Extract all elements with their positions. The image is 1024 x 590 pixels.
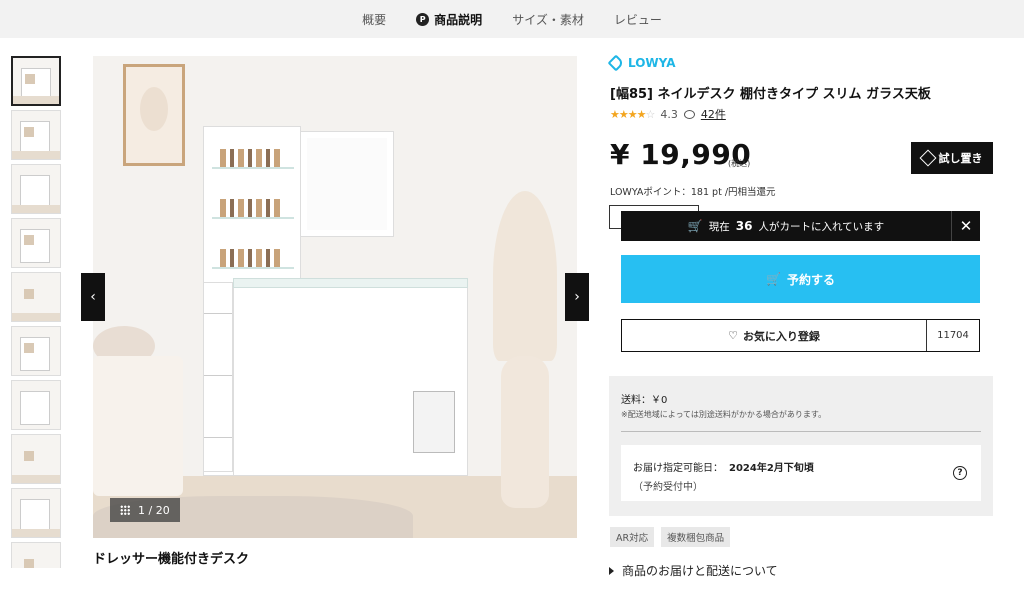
drawers: [203, 282, 233, 472]
cart-banner-prefix: 現在: [708, 220, 730, 233]
tab-description[interactable]: P 商品説明: [416, 11, 482, 28]
next-image-button[interactable]: ›: [565, 273, 589, 321]
cart-icon: 🛒: [687, 219, 703, 233]
shopping-bag: [413, 391, 455, 453]
favorite-count: 11704: [937, 330, 969, 341]
thumbnail[interactable]: [11, 488, 61, 538]
close-icon: ✕: [959, 217, 973, 235]
tax-label: (税込): [728, 159, 751, 168]
try-button-label: 試し置き: [938, 152, 983, 165]
triangle-right-icon: [609, 566, 614, 575]
close-banner-button[interactable]: ✕: [951, 211, 980, 241]
delivery-link-text: 商品のお届けと配送について: [622, 564, 778, 578]
shipping-info: 送料：￥0 ※配送地域によっては別途送料がかかる場合があります。 お届け指定可能…: [609, 376, 993, 516]
glass-desktop: [233, 278, 468, 288]
help-icon[interactable]: ?: [953, 466, 967, 480]
cart-banner-suffix: 人がカートに入れています: [758, 220, 885, 233]
prev-image-button[interactable]: ‹: [81, 273, 105, 321]
cart-count: 36: [735, 219, 753, 233]
reserve-label: 予約する: [786, 272, 835, 287]
top-nav: 概要 P 商品説明 サイズ・素材 レビュー: [0, 0, 1024, 38]
delivery-date-value: 2024年2月下旬頃: [729, 463, 814, 474]
reservation-status: （予約受付中）: [633, 482, 703, 493]
thumbnail[interactable]: [11, 110, 61, 160]
try-placement-button[interactable]: 試し置き: [911, 142, 993, 174]
favorite-button[interactable]: ♡ お気に入り登録 11704: [621, 319, 980, 352]
cart-icon: 🛒: [766, 272, 781, 286]
tag-icon: [607, 54, 625, 72]
pin-icon: P: [416, 12, 430, 26]
rating-value: 4.3: [660, 107, 678, 121]
vase: [501, 356, 549, 508]
rating-row: ★★★★☆ 4.3 42件: [610, 106, 726, 122]
grid-icon: [120, 505, 130, 515]
image-counter-text: 1 / 20: [138, 503, 170, 517]
star-rating-icon: ★★★★☆: [610, 107, 655, 121]
delivery-date-box: お届け指定可能日： 2024年2月下旬頃 （予約受付中） ?: [621, 445, 981, 501]
tab-size-material[interactable]: サイズ・素材: [512, 11, 584, 28]
favorite-label: お気に入り登録: [742, 329, 820, 343]
thumbnail[interactable]: [11, 218, 61, 268]
thumbnail[interactable]: [11, 164, 61, 214]
feature-badges: AR対応 複数梱包商品: [610, 527, 731, 547]
main-product-image[interactable]: 1 / 20: [93, 56, 577, 538]
thumbnail-list: [11, 56, 63, 568]
thumbnail[interactable]: [11, 326, 61, 376]
shipping-fee: 送料：￥0: [621, 395, 668, 406]
thumbnail[interactable]: [11, 56, 61, 106]
thumbnail[interactable]: [11, 434, 61, 484]
pampas-grass: [493, 191, 557, 361]
comment-icon: [683, 109, 695, 119]
shipping-note: ※配送地域によっては別途送料がかかる場合があります。: [621, 410, 827, 419]
chevron-right-icon: ›: [574, 289, 580, 305]
brand-name: LOWYA: [628, 56, 676, 70]
tab-label: 商品説明: [434, 12, 483, 27]
tab-label: サイズ・素材: [512, 12, 584, 27]
points-info: LOWYAポイント：181 pt /円相当還元: [610, 187, 776, 198]
badge-ar: AR対応: [610, 527, 655, 547]
delivery-date-label: お届け指定可能日：: [633, 463, 723, 474]
badge-multi-package: 複数梱包商品: [661, 527, 731, 547]
cart-banner: 🛒 現在 36 人がカートに入れています: [621, 211, 951, 241]
thumbnail[interactable]: [11, 272, 61, 322]
thumbnail[interactable]: [11, 380, 61, 430]
tab-overview[interactable]: 概要: [362, 11, 386, 28]
mirror: [301, 132, 393, 236]
thumbnail[interactable]: [11, 542, 61, 568]
product-title: [幅85] ネイルデスク 棚付きタイプ スリム ガラス天板: [610, 87, 931, 102]
reserve-button[interactable]: 🛒 予約する: [621, 255, 980, 303]
wall-frame: [123, 64, 185, 166]
cube-icon: [919, 149, 936, 167]
tab-label: レビュー: [613, 12, 662, 27]
heart-icon: ♡: [728, 329, 738, 342]
image-counter[interactable]: 1 / 20: [110, 498, 180, 522]
tab-review[interactable]: レビュー: [614, 11, 662, 28]
review-count-link[interactable]: 42件: [701, 106, 726, 122]
brand-link[interactable]: LOWYA: [607, 54, 676, 72]
chevron-left-icon: ‹: [90, 289, 96, 305]
image-caption: ドレッサー機能付きデスク: [93, 552, 250, 567]
delivery-info-link[interactable]: 商品のお届けと配送について: [609, 562, 778, 579]
tab-label: 概要: [362, 12, 387, 27]
